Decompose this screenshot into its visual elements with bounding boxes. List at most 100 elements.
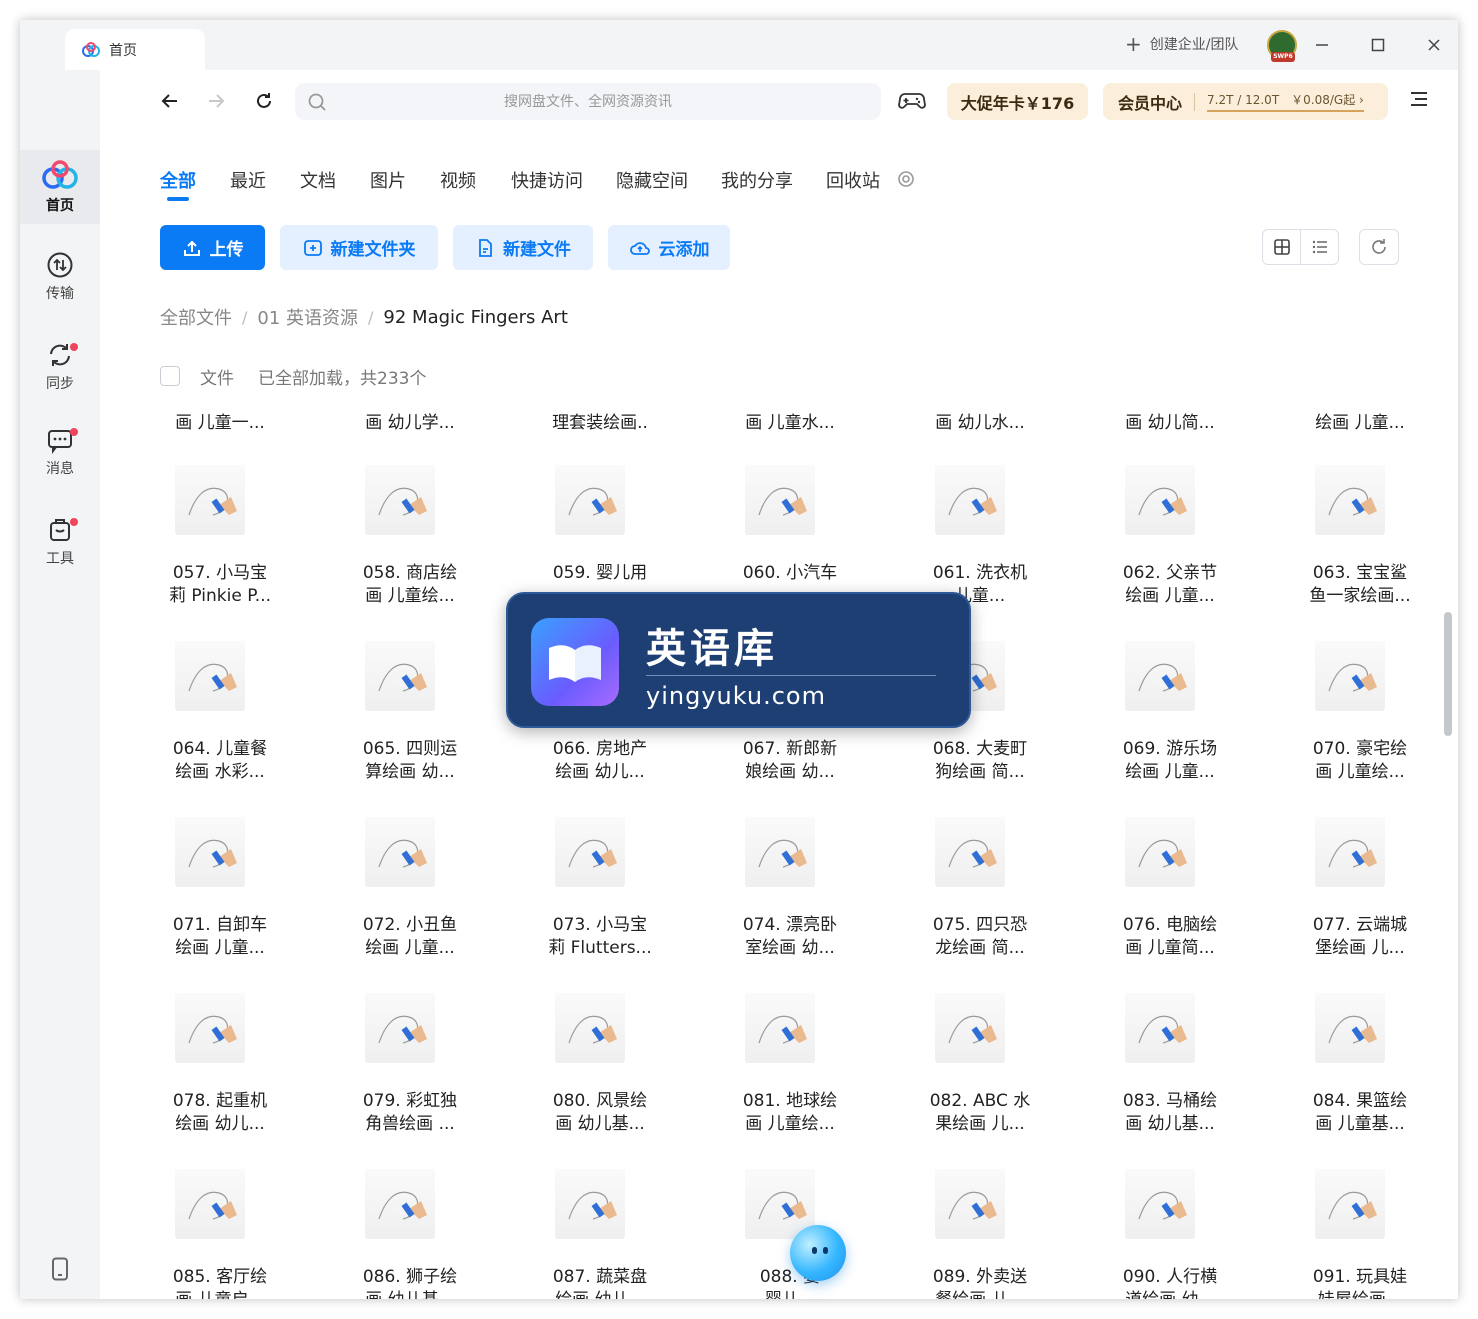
file-thumbnail[interactable]	[175, 993, 245, 1063]
file-name-line1: 074. 漂亮卧	[742, 915, 838, 935]
app-window: 首页 + 创建企业/团队 SWP6 首页 传输 同步 消息 工具 搜网盘文件、全…	[20, 20, 1458, 1299]
file-thumbnail[interactable]	[745, 465, 815, 535]
file-thumbnail[interactable]	[365, 465, 435, 535]
file-name[interactable]: 画 儿童一...	[135, 408, 305, 433]
file-thumbnail[interactable]	[935, 465, 1005, 535]
file-name-line2: 室绘画 幼...	[745, 938, 835, 958]
file-name-line1: 067. 新郎新	[742, 739, 838, 759]
file-thumbnail[interactable]	[365, 641, 435, 711]
file-name-line2: 道绘画 幼...	[1085, 1289, 1255, 1299]
file-thumbnail[interactable]	[175, 1169, 245, 1239]
file-name-line2: 画 儿童绘...	[365, 586, 455, 606]
file-name[interactable]: 画 幼儿简...	[1085, 408, 1255, 433]
file-name-line1: 080. 风景绘	[552, 1091, 648, 1111]
file-name-line2: 莉 Flutters...	[548, 938, 652, 958]
file-name-line2: 娃屋绘画...	[1275, 1289, 1445, 1299]
watermark-title: 英语库	[646, 626, 778, 672]
file-item[interactable]: 080. 风景绘画 幼儿基...	[515, 993, 685, 1153]
file-name-line2: 鱼一家绘画...	[1309, 586, 1411, 606]
file-name-line2: 绘画 幼儿...	[515, 1289, 685, 1299]
file-name-line1: 063. 宝宝鲨	[1312, 563, 1408, 583]
file-item[interactable]: 062. 父亲节 绘画 儿童...	[1085, 465, 1255, 625]
file-thumbnail[interactable]	[1125, 993, 1195, 1063]
file-item[interactable]: 071. 自卸车 绘画 儿童...	[135, 817, 305, 977]
file-item[interactable]: 057. 小马宝莉 Pinkie P...	[135, 465, 305, 625]
file-item[interactable]: 086. 狮子绘画 幼儿基...	[325, 1169, 495, 1299]
file-thumbnail[interactable]	[1125, 465, 1195, 535]
file-name-line2: 算绘画 幼...	[365, 762, 455, 782]
file-item[interactable]: 090. 人行横道绘画 幼...	[1085, 1169, 1255, 1299]
file-item[interactable]: 072. 小丑鱼 绘画 儿童...	[325, 817, 495, 977]
file-item[interactable]: 081. 地球绘画 儿童绘...	[705, 993, 875, 1153]
file-thumbnail[interactable]	[365, 817, 435, 887]
file-item[interactable]: 076. 电脑绘画 儿童简...	[1085, 817, 1255, 977]
file-name-line1: 090. 人行横	[1122, 1267, 1218, 1287]
file-thumbnail[interactable]	[1125, 817, 1195, 887]
file-item[interactable]: 084. 果篮绘画 儿童基...	[1275, 993, 1445, 1153]
file-item[interactable]: 078. 起重机 绘画 幼儿...	[135, 993, 305, 1153]
file-item[interactable]: 063. 宝宝鲨 鱼一家绘画...	[1275, 465, 1445, 625]
file-thumbnail[interactable]	[1315, 641, 1385, 711]
file-thumbnail[interactable]	[935, 817, 1005, 887]
file-thumbnail[interactable]	[745, 817, 815, 887]
file-name-line2: 绘画 儿童...	[1125, 762, 1215, 782]
file-thumbnail[interactable]	[1125, 641, 1195, 711]
file-name[interactable]: 画 儿童水...	[705, 408, 875, 433]
file-name[interactable]: 绘画 儿童...	[1275, 408, 1445, 433]
file-thumbnail[interactable]	[175, 641, 245, 711]
file-name-line2: 绘画 儿童...	[365, 938, 455, 958]
file-item[interactable]: 065. 四则运 算绘画 幼...	[325, 641, 495, 801]
vertical-scrollbar[interactable]	[1444, 612, 1452, 736]
file-name-line1: 061. 洗衣机	[932, 563, 1028, 583]
file-item[interactable]: 083. 马桶绘画 幼儿基...	[1085, 993, 1255, 1153]
file-item[interactable]: 075. 四只恐 龙绘画 简...	[895, 817, 1065, 977]
file-thumbnail[interactable]	[935, 1169, 1005, 1239]
file-name-line1: 084. 果篮绘	[1312, 1091, 1408, 1111]
file-thumbnail[interactable]	[175, 817, 245, 887]
file-thumbnail[interactable]	[1315, 817, 1385, 887]
file-item[interactable]: 082. ABC 水果绘画 儿...	[895, 993, 1065, 1153]
file-thumbnail[interactable]	[1315, 1169, 1385, 1239]
file-name-line1: 076. 电脑绘	[1122, 915, 1218, 935]
file-name-line1: 081. 地球绘	[742, 1091, 838, 1111]
file-thumbnail[interactable]	[1315, 993, 1385, 1063]
file-name-line1: 069. 游乐场	[1122, 739, 1218, 759]
file-thumbnail[interactable]	[935, 993, 1005, 1063]
file-item[interactable]: 088. 婴婴儿...	[705, 1169, 875, 1299]
file-item[interactable]: 091. 玩具娃娃屋绘画...	[1275, 1169, 1445, 1299]
file-name-line2: 画 幼儿基...	[325, 1289, 495, 1299]
file-thumbnail[interactable]	[555, 993, 625, 1063]
file-thumbnail[interactable]	[175, 465, 245, 535]
file-thumbnail[interactable]	[1315, 465, 1385, 535]
file-thumbnail[interactable]	[1125, 1169, 1195, 1239]
file-name[interactable]: 理套装绘画..	[515, 408, 685, 433]
file-thumbnail[interactable]	[745, 993, 815, 1063]
file-name-line2: 莉 Pinkie P...	[168, 586, 272, 606]
file-item[interactable]: 070. 豪宅绘画 儿童绘...	[1275, 641, 1445, 801]
file-item[interactable]: 077. 云端城 堡绘画 儿...	[1275, 817, 1445, 977]
file-item[interactable]: 079. 彩虹独 角兽绘画 ...	[325, 993, 495, 1153]
file-item[interactable]: 085. 客厅绘画 儿童启...	[135, 1169, 305, 1299]
file-item[interactable]: 074. 漂亮卧 室绘画 幼...	[705, 817, 875, 977]
file-name-line1: 059. 婴儿用	[552, 563, 648, 583]
file-name-line1: 066. 房地产	[552, 739, 648, 759]
file-item[interactable]: 089. 外卖送餐绘画 儿...	[895, 1169, 1065, 1299]
file-name[interactable]: 画 幼儿学...	[325, 408, 495, 433]
file-item[interactable]: 058. 商店绘画 儿童绘...	[325, 465, 495, 625]
file-thumbnail[interactable]	[555, 1169, 625, 1239]
file-name-line1: 091. 玩具娃	[1312, 1267, 1408, 1287]
file-name-line2: 画 儿童绘...	[1315, 762, 1405, 782]
file-item[interactable]: 069. 游乐场 绘画 儿童...	[1085, 641, 1255, 801]
file-thumbnail[interactable]	[365, 1169, 435, 1239]
file-name-line1: 083. 马桶绘	[1122, 1091, 1218, 1111]
file-name[interactable]: 画 幼儿水...	[895, 408, 1065, 433]
file-name-line2: 画 儿童启...	[135, 1289, 305, 1299]
file-thumbnail[interactable]	[555, 817, 625, 887]
file-item[interactable]: 064. 儿童餐 绘画 水彩...	[135, 641, 305, 801]
file-thumbnail[interactable]	[555, 465, 625, 535]
file-item[interactable]: 073. 小马宝莉 Flutters...	[515, 817, 685, 977]
file-thumbnail[interactable]	[365, 993, 435, 1063]
file-item[interactable]: 087. 蔬菜盘绘画 幼儿...	[515, 1169, 685, 1299]
file-name-line2: 绘画 儿童...	[1125, 586, 1215, 606]
ai-assistant-bubble[interactable]	[790, 1225, 846, 1281]
